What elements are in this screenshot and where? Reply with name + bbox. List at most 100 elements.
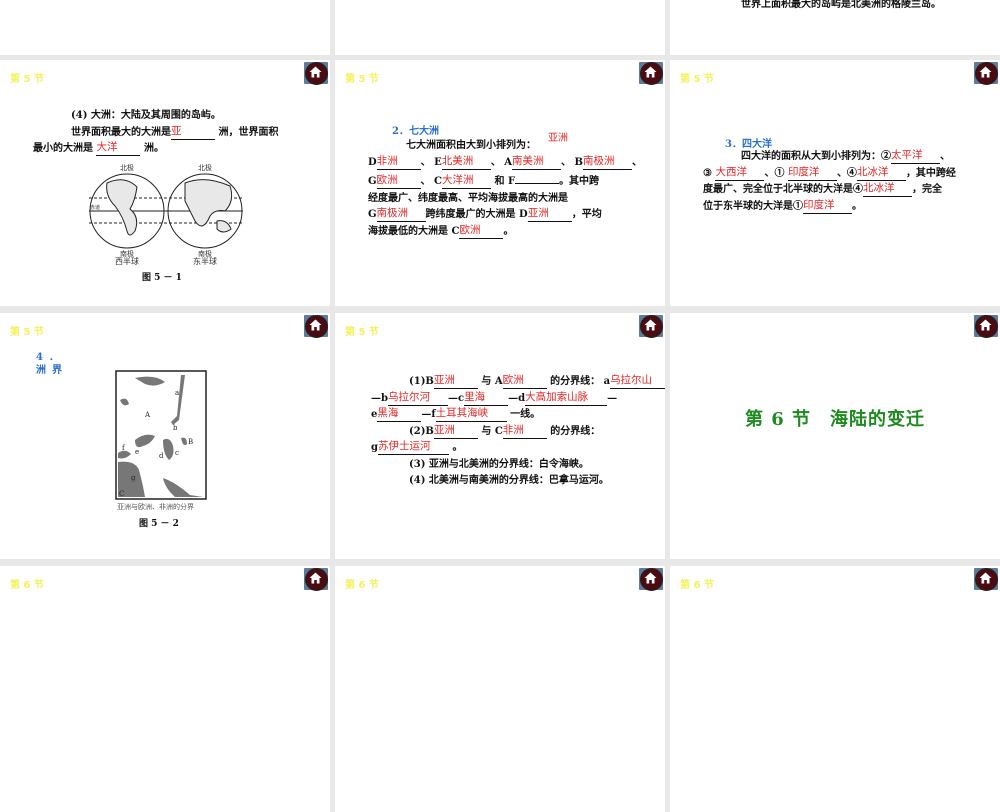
text-segment: —d [508, 392, 526, 404]
section-label: 第 5 节 [345, 74, 379, 85]
section-label: 第 5 节 [10, 327, 44, 338]
slide-thumbnail[interactable]: 第 6 节 [0, 566, 330, 812]
text-segment: 、 [631, 156, 642, 168]
answer-text: 大洋 [96, 141, 118, 153]
text-segment: 、 E [420, 156, 442, 168]
text-line: (4) 北美洲与南美洲的分界线：巴拿马运河。 [371, 473, 665, 490]
text-line: 世界面积最大的大洲是亚 洲，世界面积 [33, 125, 278, 142]
answer-blank: 大西洋 [715, 166, 765, 181]
figure-caption: 图 5 － 2 [139, 519, 179, 529]
text-segment: (4) 北美洲与南美洲的分界线：巴拿马运河。 [409, 475, 609, 486]
home-button[interactable] [639, 568, 663, 591]
text-segment: 、 C [420, 176, 442, 187]
map-label: A [144, 411, 151, 419]
slide-thumbnail[interactable]: 第 6 节 [670, 566, 1000, 812]
text-segment: 、 [940, 151, 950, 162]
answer-text: 非洲 [502, 423, 524, 436]
home-button[interactable] [974, 315, 998, 338]
answer-text: 印度洋 [803, 198, 835, 211]
home-icon [979, 319, 992, 331]
slide-text: 世界上面积最大的岛屿是北美洲的格陵兰岛。 [741, 0, 941, 10]
text-segment: 和 F [491, 176, 516, 187]
text-segment: 。 [852, 200, 862, 212]
answer-blank: 乌拉尔山 [610, 375, 665, 389]
home-icon [979, 66, 992, 78]
answer-blank: 土耳其海峡 [435, 408, 507, 422]
text-segment: —b [371, 392, 388, 404]
answer-text: 亚洲 [548, 133, 568, 144]
text-line: 度最广、完全位于北半球的大洋是④北冰洋 ，完全 [703, 182, 956, 199]
answer-text: 南极洲 [582, 154, 615, 167]
text-segment: ，完全 [912, 184, 942, 195]
answer-blank: 亚洲 [433, 374, 478, 389]
answer-text: 亚洲 [433, 374, 455, 386]
text-segment: 的分界线： [546, 425, 601, 437]
slide-boundary-map[interactable]: 第 5 节 4．洲界 A B C a b c d e f g 亚洲与欧洲、非洲的… [0, 313, 330, 559]
answer-text: 亚洲 [433, 423, 455, 436]
text-segment: 、① [764, 167, 788, 179]
map-caption: 亚洲与欧洲、非洲的分界 [117, 503, 194, 511]
map-label: a [175, 389, 179, 397]
world-hemispheres-map: 北极 北极 南极 南极 赤道 [89, 163, 243, 257]
home-button[interactable] [639, 62, 663, 85]
text-line: (1)B亚洲 与 A欧洲 的分界线： a乌拉尔山 [371, 374, 665, 391]
slide-body: (1)B亚洲 与 A欧洲 的分界线： a乌拉尔山 —b乌拉尔河 —c里海 —d大高加索… [371, 374, 665, 490]
text-segment: 洲。 [140, 143, 164, 154]
text-segment: 海拔最低的大洲是 C [368, 225, 460, 237]
answer-text: 非洲 [376, 154, 398, 167]
slide-body: 七大洲面积由大到小排列为：亚洲 D非洲、 E北美洲、 A南美洲、 B南极洲、 G欧洲… [368, 133, 642, 240]
answer-blank: 乌拉尔河 [388, 391, 448, 406]
slide-thumbnail[interactable] [335, 0, 665, 55]
answer-blank: 苏伊士运河 [378, 440, 449, 455]
home-button[interactable] [639, 315, 663, 338]
slide-seven-continents[interactable]: 第 5 节 2．七大洲 七大洲面积由大到小排列为：亚洲 D非洲、 E北美洲、 A南… [335, 60, 665, 306]
text-line: e黑海 —f土耳其海峡 一线。 [371, 407, 665, 424]
answer-blank: 太平洋 [891, 150, 940, 164]
text-segment: 、④ [836, 167, 857, 179]
map-label: e [135, 448, 139, 456]
slide-thumbnail[interactable]: 世界上面积最大的岛屿是北美洲的格陵兰岛。 [670, 0, 1000, 55]
home-button[interactable] [974, 62, 998, 85]
text-segment: — [607, 392, 618, 404]
home-button[interactable] [304, 315, 328, 338]
text-segment: 。 [449, 442, 463, 453]
map-label: d [159, 452, 164, 460]
answer-text: 欧洲 [459, 223, 481, 236]
answer-blank: 欧洲 [376, 175, 421, 189]
home-icon [644, 572, 657, 584]
text-line: (3) 亚洲与北美洲的分界线：白令海峡。 [371, 457, 665, 474]
text-segment: 的分界线： a [546, 376, 611, 387]
section-label: 第 6 节 [680, 580, 714, 591]
slide-thumbnail[interactable]: 第 6 节 [335, 566, 665, 812]
west-hemisphere-label: 西半球 [115, 257, 139, 266]
answer-text: 大洋洲 [442, 174, 474, 186]
slide-continents[interactable]: 第 5 节 (4) 大洲：大陆及其周围的岛屿。 世界面积最大的大洲是亚 洲，世界面… [0, 60, 330, 306]
answer-text: 欧洲 [502, 374, 524, 386]
home-button[interactable] [304, 62, 328, 85]
answer-blank: 大高加索山脉 [525, 391, 608, 406]
answer-text: 苏伊士运河 [378, 440, 431, 452]
text-segment: 最小的大洲是 [33, 143, 97, 154]
map-label: 南极 [198, 249, 212, 257]
answer-blank: 大洋 [96, 141, 141, 156]
text-segment: 。其中跨 [559, 176, 600, 187]
text-segment: (2)B [409, 425, 434, 437]
slide-continent-boundaries[interactable]: 第 5 节 (1)B亚洲 与 A欧洲 的分界线： a乌拉尔山 —b乌拉尔河 —c里海… [335, 313, 665, 559]
slide-thumbnail[interactable] [0, 0, 330, 55]
answer-blank: 亚洲 [527, 208, 572, 222]
answer-text: 黑海 [377, 407, 399, 419]
text-segment: 、 B [561, 156, 583, 168]
slide-four-oceans[interactable]: 第 5 节 3．四大洋 四大洋的面积从大到小排列为：②太平洋 、 ③ 大西洋 、① 印… [670, 60, 1000, 306]
answer-blank: 南美洲 [512, 155, 562, 170]
text-line: 经度最广、纬度最高、平均海拔最高的大洲是 [368, 191, 642, 208]
answer-blank: 黑海 [377, 407, 422, 422]
slide-section-6-title[interactable]: 第 6 节 海陆的变迁 [670, 313, 1000, 559]
home-button[interactable] [304, 568, 328, 591]
text-line: g苏伊士运河 。 [371, 440, 665, 457]
answer-text: 北美洲 [441, 154, 474, 167]
answer-text: 里海 [464, 390, 486, 403]
home-icon [309, 572, 322, 584]
text-segment: (4) 大洲：大陆及其周围的岛屿。 [71, 110, 221, 121]
text-segment: —f [421, 409, 436, 420]
home-button[interactable] [974, 568, 998, 591]
